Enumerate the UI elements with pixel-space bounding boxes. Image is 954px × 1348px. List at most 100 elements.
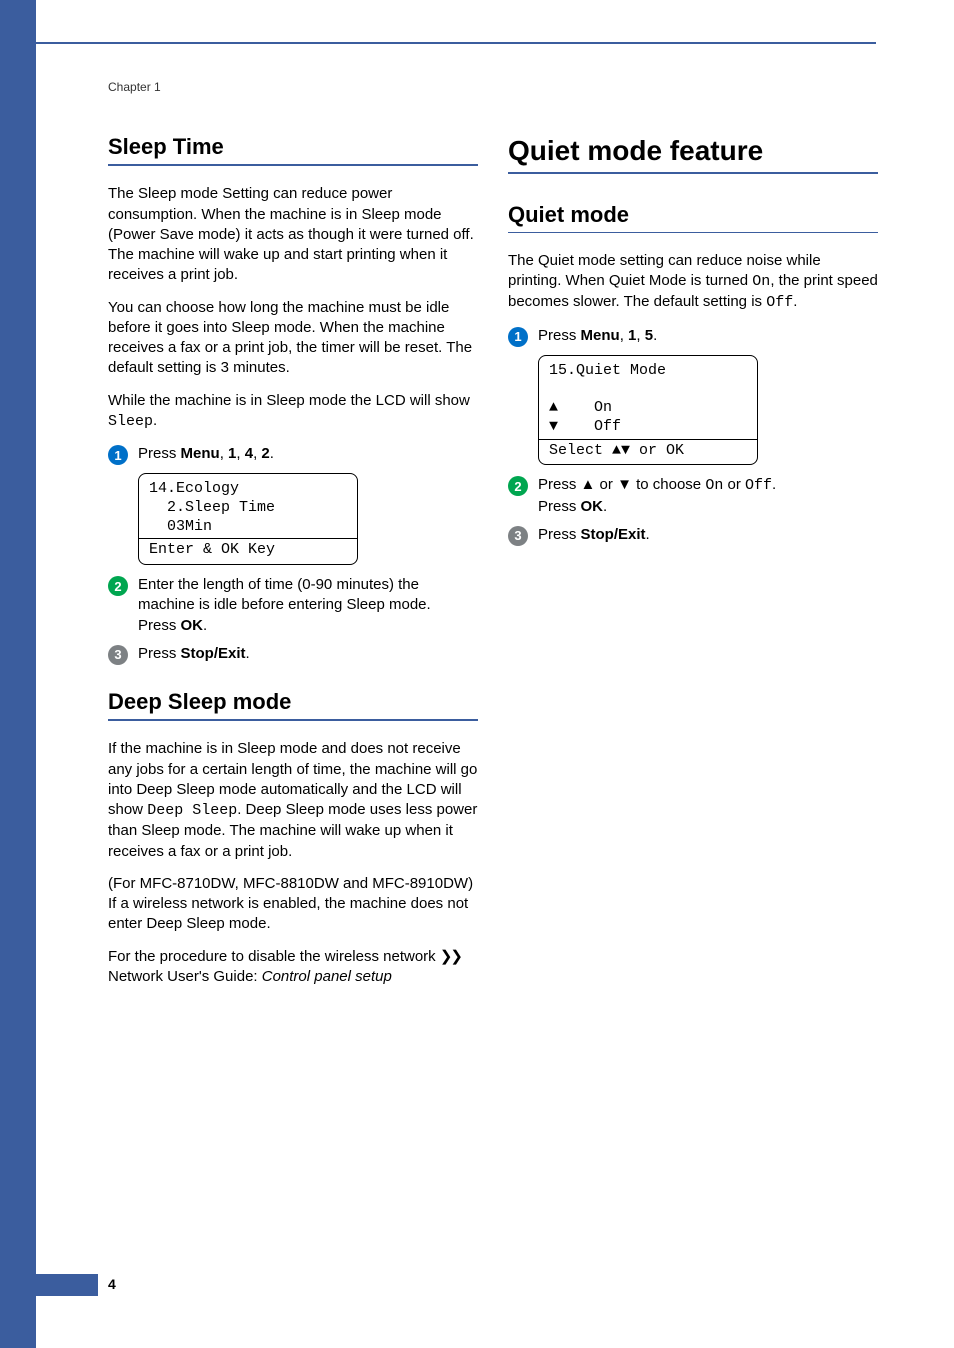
down-arrow-icon: ▼ [549,418,558,435]
step-1: 1 Press Menu, 1, 4, 2. [108,444,478,465]
mono-text: On [705,477,723,494]
text: 5 [645,327,653,344]
lcd-line: 14.Ecology [149,480,347,499]
lcd-line [549,380,747,399]
down-arrow-icon: ▼ [617,476,632,493]
text: , [220,445,228,462]
text: . [246,645,250,662]
lcd-line: Enter & OK Key [149,541,347,560]
paragraph: If the machine is in Sleep mode and does… [108,739,478,862]
step-number-2-icon: 2 [108,576,128,596]
lcd-divider [539,439,757,440]
title-rule [508,232,878,233]
mono-text: Sleep [108,413,153,430]
text: Menu [181,445,220,462]
text: , [620,327,628,344]
text: For the procedure to disable the wireles… [108,948,440,965]
text: . [153,412,157,429]
text: Network User's Guide: [108,968,262,985]
title-rule [108,164,478,166]
text: Press [538,526,581,543]
right-column: Quiet mode feature Quiet mode The Quiet … [508,134,878,999]
lcd-line: 03Min [149,518,347,537]
lcd-display: 15.Quiet Mode ▲ On ▼ Off Select ▲▼ or OK [538,355,758,466]
text: Press [538,327,581,344]
text: or [595,476,617,493]
paragraph: The Sleep mode Setting can reduce power … [108,184,478,285]
step-number-3-icon: 3 [108,645,128,665]
text: Press [538,476,581,493]
page-content: Sleep Time The Sleep mode Setting can re… [108,134,876,999]
text: . [203,617,207,634]
text: . [653,327,657,344]
up-arrow-icon: ▲ [581,476,596,493]
text: Press [538,498,581,515]
text: Press [138,645,181,662]
text: . [772,476,776,493]
lcd-line: 2.Sleep Time [149,499,347,518]
text-italic: Control panel setup [262,968,392,985]
text: . [646,526,650,543]
text: Stop/Exit [581,526,646,543]
lcd-line: 15.Quiet Mode [549,362,747,381]
step-number-1-icon: 1 [508,327,528,347]
subsection-title-quiet-mode: Quiet mode [508,202,878,228]
lcd-line: Select ▲▼ or OK [549,442,747,461]
text: OK [181,617,204,634]
step-1: 1 Press Menu, 1, 5. [508,326,878,347]
title-rule [108,719,478,721]
section-title-quiet-feature: Quiet mode feature [508,134,878,168]
step-3: 3 Press Stop/Exit. [108,644,478,665]
text: . [270,445,274,462]
text: Menu [581,327,620,344]
step-number-2-icon: 2 [508,476,528,496]
paragraph: For the procedure to disable the wireles… [108,947,478,988]
step-text: Press ▲ or ▼ to choose On or Off. Press … [538,475,776,517]
chevron-icon: ❯❯ [440,948,461,965]
top-rule [36,42,876,44]
step-2: 2 Enter the length of time (0-90 minutes… [108,575,478,636]
down-arrow-icon: ▼ [621,442,630,459]
title-rule [508,172,878,174]
text: Stop/Exit [181,645,246,662]
left-column: Sleep Time The Sleep mode Setting can re… [108,134,478,999]
paragraph: The Quiet mode setting can reduce noise … [508,251,878,314]
up-arrow-icon: ▲ [549,399,558,416]
lcd-display: 14.Ecology 2.Sleep Time 03Min Enter & OK… [138,473,358,565]
step-text: Press Stop/Exit. [138,644,250,664]
paragraph: (For MFC-8710DW, MFC-8810DW and MFC-8910… [108,874,478,935]
step-text: Press Stop/Exit. [538,525,650,545]
up-arrow-icon: ▲ [612,442,621,459]
mono-text: Off [745,477,772,494]
text: While the machine is in Sleep mode the L… [108,392,470,409]
text: to choose [632,476,705,493]
text: 4 [245,445,253,462]
section-title-deep-sleep: Deep Sleep mode [108,689,478,715]
step-text: Enter the length of time (0-90 minutes) … [138,575,478,636]
text: Press [138,617,181,634]
text: , [236,445,244,462]
paragraph: You can choose how long the machine must… [108,298,478,379]
mono-text: Off [766,294,793,311]
lcd-line: ▼ Off [549,418,747,437]
left-sidebar-accent [0,0,36,1348]
text: . [603,498,607,515]
step-number-3-icon: 3 [508,526,528,546]
paragraph: While the machine is in Sleep mode the L… [108,391,478,433]
text: Press [138,445,181,462]
text: . [793,293,797,310]
step-text: Press Menu, 1, 4, 2. [138,444,274,464]
text: or [723,476,745,493]
text: OK [581,498,604,515]
page-number: 4 [108,1276,116,1292]
mono-text: Deep Sleep [147,802,237,819]
lcd-line: ▲ On [549,399,747,418]
section-title-sleep-time: Sleep Time [108,134,478,160]
text: 2 [261,445,269,462]
step-2: 2 Press ▲ or ▼ to choose On or Off. Pres… [508,475,878,517]
step-number-1-icon: 1 [108,445,128,465]
lcd-divider [139,538,357,539]
chapter-label: Chapter 1 [108,80,161,94]
step-text: Press Menu, 1, 5. [538,326,657,346]
bottom-accent-bar [0,1274,98,1296]
